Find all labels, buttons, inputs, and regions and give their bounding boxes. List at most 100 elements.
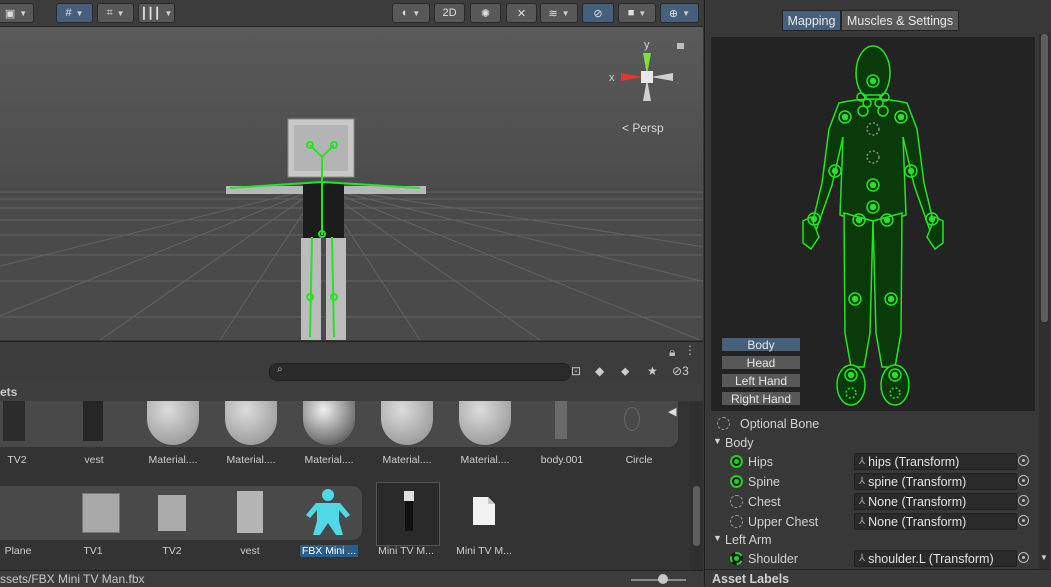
collapse-arrow-icon[interactable]: ◀ — [668, 405, 676, 418]
mesh-thumbnail[interactable] — [555, 401, 567, 439]
draw-mode-dropdown[interactable]: ▣ ▼ — [0, 3, 34, 23]
lock-icon[interactable] — [677, 43, 684, 49]
assets-breadcrumb: ets — [0, 383, 703, 401]
bone-transform-field[interactable]: ⅄ None (Transform) — [854, 493, 1017, 510]
asset-item[interactable]: Material.... — [216, 454, 286, 466]
asset-label: Material.... — [148, 454, 198, 466]
search-input[interactable]: ⌕ — [269, 363, 571, 381]
hidden-packages-toggle[interactable]: ⊘3 — [672, 364, 689, 378]
object-picker-icon[interactable] — [1018, 455, 1029, 466]
asset-item[interactable]: Circle — [604, 454, 674, 466]
body-part-label: Left Hand — [734, 373, 788, 388]
asset-thumbnail[interactable] — [83, 401, 103, 441]
bone-row-hips: Hips ⅄ hips (Transform) — [705, 452, 1035, 472]
field-value: spine (Transform) — [868, 474, 967, 489]
tab-muscles-settings[interactable]: Muscles & Settings — [841, 10, 959, 31]
selected-model-thumbnail[interactable] — [376, 482, 440, 546]
asset-item[interactable]: TV1 — [58, 545, 128, 557]
group-header-body[interactable]: ▼ Body — [705, 433, 1035, 453]
more-menu-icon[interactable]: ⋮ — [684, 343, 696, 357]
bone-transform-field[interactable]: ⅄ shoulder.L (Transform) — [854, 550, 1017, 567]
assets-breadcrumb-label[interactable]: ets — [0, 385, 17, 399]
object-picker-icon[interactable] — [1018, 475, 1029, 486]
bone-transform-field[interactable]: ⅄ None (Transform) — [854, 513, 1017, 530]
tab-mapping[interactable]: Mapping — [782, 10, 841, 31]
bone-transform-field[interactable]: ⅄ hips (Transform) — [854, 453, 1017, 470]
projection-toggle[interactable]: < Persp — [622, 121, 664, 135]
bone-label: Upper Chest — [748, 515, 819, 529]
scrollbar-thumb[interactable] — [1041, 34, 1048, 322]
layers-icon: ≋ — [548, 7, 558, 20]
search-icon: ⌕ — [277, 364, 283, 375]
filter-by-type-icon[interactable]: ◆ — [595, 364, 604, 378]
field-value: None (Transform) — [868, 494, 967, 509]
body-silhouette[interactable] — [802, 45, 944, 406]
favorite-star-icon[interactable]: ★ — [647, 364, 658, 378]
asset-item[interactable]: Mini TV M... — [371, 545, 441, 557]
foldout-arrow-icon: ▼ — [713, 533, 722, 543]
body-part-right-hand-button[interactable]: Right Hand — [721, 391, 801, 406]
object-picker-icon[interactable] — [1018, 515, 1029, 526]
asset-item[interactable]: Material.... — [450, 454, 520, 466]
object-picker-icon[interactable] — [1018, 552, 1029, 563]
body-part-label: Head — [746, 355, 776, 370]
asset-item-selected[interactable]: FBX Mini ... — [294, 545, 364, 557]
effects-dropdown[interactable]: ≋ ▼ — [540, 3, 578, 23]
required-bone-icon — [730, 455, 743, 468]
mode-2d-toggle[interactable]: 2D — [434, 3, 465, 23]
object-picker-icon[interactable] — [1018, 495, 1029, 506]
field-value: None (Transform) — [868, 514, 967, 529]
asset-item[interactable]: Material.... — [294, 454, 364, 466]
filter-by-label-icon[interactable]: ⬥ — [621, 364, 629, 379]
asset-label: Mini TV M... — [456, 545, 512, 557]
bone-transform-field[interactable]: ⅄ spine (Transform) — [854, 473, 1017, 490]
scroll-down-arrow-icon[interactable]: ▼ — [1040, 553, 1048, 562]
asset-item[interactable]: Material.... — [138, 454, 208, 466]
asset-item[interactable]: Material.... — [372, 454, 442, 466]
asset-item[interactable]: vest — [215, 545, 285, 557]
group-header-left-arm[interactable]: ▼ Left Arm — [705, 530, 1035, 550]
tv-mesh-thumbnail[interactable] — [158, 495, 186, 531]
asset-label: TV2 — [162, 545, 182, 557]
body-part-head-button[interactable]: Head — [721, 355, 801, 370]
vest-mesh-thumbnail[interactable] — [237, 491, 263, 533]
lighting-toggle[interactable]: ✺ — [470, 3, 501, 23]
inspector-scrollbar[interactable]: ▼ — [1039, 34, 1050, 569]
lock-icon[interactable]: 🔒︎ — [669, 345, 675, 360]
ruler-dropdown[interactable]: ┃┃┃ ▼ — [138, 3, 175, 23]
asset-item[interactable]: TV2 — [0, 454, 52, 466]
file-icon[interactable] — [472, 496, 496, 526]
grid-snap-toggle[interactable]: # ▼ — [56, 3, 93, 23]
body-part-left-hand-button[interactable]: Left Hand — [721, 373, 801, 388]
tv-mesh-thumbnail[interactable] — [82, 493, 120, 533]
scene-view[interactable]: y x < Persp — [0, 27, 703, 340]
asset-label: Circle — [625, 454, 653, 466]
required-bone-icon — [730, 475, 743, 488]
asset-item[interactable]: TV2 — [137, 545, 207, 557]
body-part-body-button[interactable]: Body — [721, 337, 801, 352]
optional-bone-icon — [717, 417, 730, 430]
asset-grid-scrollbar[interactable] — [690, 401, 703, 570]
circle-mesh-thumbnail[interactable] — [624, 407, 640, 431]
shading-mode-dropdown[interactable]: ◐ ▼ — [392, 3, 430, 23]
search-by-type-icon[interactable]: ⊡ — [571, 364, 581, 378]
group-label: Body — [725, 436, 754, 450]
asset-item[interactable]: body.001 — [527, 454, 597, 466]
gizmos-dropdown[interactable]: ⊕ ▼ — [660, 3, 699, 23]
audio-toggle[interactable]: ✕ — [506, 3, 537, 23]
camera-dropdown[interactable]: ■ ▼ — [618, 3, 656, 23]
avatar-inspector: Mapping Muscles & Settings Body Head Lef… — [704, 0, 1051, 587]
asset-label: Plane — [4, 545, 32, 557]
scrollbar-thumb[interactable] — [693, 486, 700, 546]
asset-item[interactable]: Mini TV M... — [449, 545, 519, 557]
asset-item[interactable]: vest — [59, 454, 129, 466]
slider-handle[interactable] — [658, 574, 668, 584]
project-panel-header: 🔒︎ ⋮ — [0, 341, 703, 362]
bone-label: Spine — [748, 475, 780, 489]
increment-snap-dropdown[interactable]: ⌗ ▼ — [97, 3, 134, 23]
scene-visibility-toggle[interactable]: ⊘ — [582, 3, 614, 23]
asset-thumbnail[interactable] — [3, 401, 25, 441]
asset-labels-header[interactable]: Asset Labels — [705, 569, 1051, 587]
asset-item[interactable]: Plane — [0, 545, 53, 557]
avatar-humanoid-icon[interactable] — [303, 487, 353, 537]
